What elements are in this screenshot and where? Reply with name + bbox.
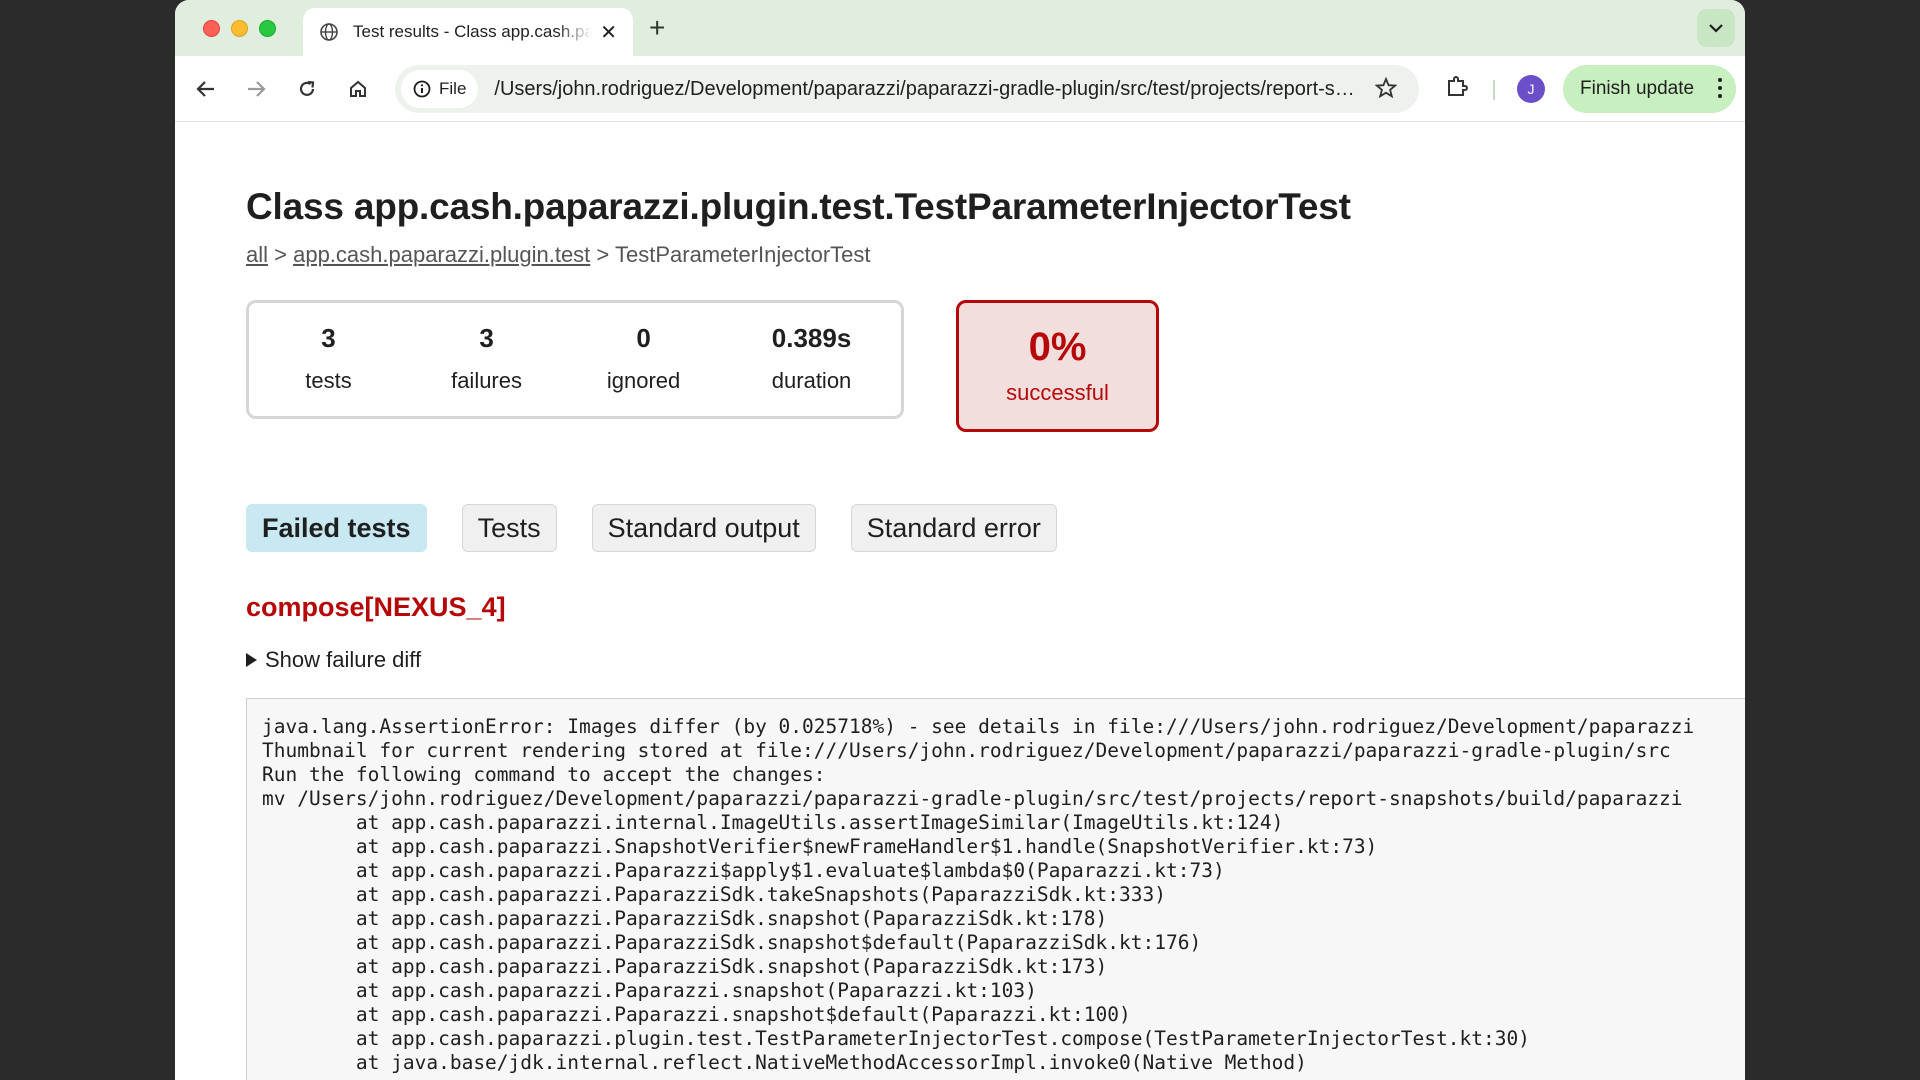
stacktrace-line: Run the following command to accept the …: [262, 763, 826, 786]
stacktrace-line: java.lang.AssertionError: Images differ …: [262, 715, 1695, 738]
ignored-counter: 0 ignored: [565, 323, 722, 416]
window-controls: [203, 20, 276, 37]
info-icon: [413, 80, 431, 98]
arrow-right-icon: [248, 81, 266, 97]
stacktrace-line: at java.base/jdk.internal.reflect.Native…: [262, 1051, 1307, 1074]
address-bar[interactable]: File /Users/john.rodriguez/Development/p…: [395, 65, 1419, 113]
report-tabs: Failed tests Tests Standard output Stand…: [246, 504, 1745, 552]
failures-label: failures: [451, 368, 522, 393]
stacktrace-line: mv /Users/john.rodriguez/Development/pap…: [262, 787, 1683, 810]
tab-title: Test results - Class app.cash.paparazzi.…: [353, 22, 593, 41]
tests-counter: 3 tests: [249, 323, 408, 416]
maximize-window-button[interactable]: [259, 20, 276, 37]
duration-value: 0.389s: [771, 323, 852, 353]
browser-toolbar: File /Users/john.rodriguez/Development/p…: [175, 56, 1745, 122]
stacktrace-line: at app.cash.paparazzi.Paparazzi.snapshot…: [262, 1003, 1131, 1026]
home-button[interactable]: [343, 74, 373, 104]
finish-update-button[interactable]: Finish update: [1563, 65, 1736, 113]
show-failure-diff-toggle[interactable]: Show failure diff: [246, 647, 1745, 673]
page-title: Class app.cash.paparazzi.plugin.test.Tes…: [246, 186, 1351, 227]
tests-count: 3: [321, 323, 336, 353]
home-icon: [350, 80, 366, 97]
tab-failed-tests[interactable]: Failed tests: [246, 504, 427, 552]
duration-label: duration: [771, 368, 852, 393]
profile-avatar[interactable]: J: [1517, 75, 1545, 103]
extensions-puzzle-icon[interactable]: [1445, 74, 1469, 98]
success-rate-box: 0% successful: [956, 300, 1159, 432]
show-failure-diff-label: Show failure diff: [265, 647, 422, 672]
breadcrumb-package-link[interactable]: app.cash.paparazzi.plugin.test: [293, 242, 590, 267]
close-tab-icon[interactable]: ✕: [600, 20, 617, 45]
stacktrace-line: at app.cash.paparazzi.Paparazzi.snapshot…: [262, 979, 1037, 1002]
failures-counter: 3 failures: [408, 323, 565, 416]
close-window-button[interactable]: [203, 20, 220, 37]
summary-box: 3 tests 3 failures 0 ignored 0.389s dura…: [246, 300, 904, 419]
page-content: Class app.cash.paparazzi.plugin.test.Tes…: [175, 122, 1745, 1080]
stacktrace-line: at app.cash.paparazzi.PaparazziSdk.snaps…: [262, 931, 1202, 954]
duration-counter: 0.389s duration: [722, 323, 901, 416]
arrow-left-icon: [196, 81, 214, 97]
success-label: successful: [1006, 380, 1109, 405]
file-label: File: [439, 79, 467, 98]
tests-label: tests: [305, 368, 352, 393]
browser-window: Test results - Class app.cash.paparazzi.…: [175, 0, 1745, 1080]
tab-search-button[interactable]: [1697, 9, 1735, 47]
success-percent: 0%: [1028, 325, 1087, 369]
reload-button[interactable]: [292, 74, 322, 104]
breadcrumb-all-link[interactable]: all: [246, 242, 268, 267]
new-tab-button[interactable]: +: [649, 12, 665, 44]
stacktrace-line: at app.cash.paparazzi.PaparazziSdk.snaps…: [262, 955, 1108, 978]
back-button[interactable]: [191, 74, 221, 104]
stacktrace-line: Thumbnail for current rendering stored a…: [262, 739, 1671, 762]
failures-count: 3: [479, 323, 494, 353]
summary-row: 3 tests 3 failures 0 ignored 0.389s dura…: [246, 300, 1745, 432]
breadcrumb-current: TestParameterInjectorTest: [614, 242, 871, 267]
browser-tab[interactable]: Test results - Class app.cash.paparazzi.…: [303, 8, 633, 56]
site-info-chip[interactable]: File: [401, 70, 479, 108]
tab-strip: Test results - Class app.cash.paparazzi.…: [175, 0, 1745, 56]
failed-test-name: compose[NEXUS_4]: [246, 592, 506, 622]
stacktrace-block: java.lang.AssertionError: Images differ …: [246, 698, 1745, 1080]
breadcrumb-separator: >: [590, 242, 615, 267]
ignored-count: 0: [636, 323, 651, 353]
finish-update-label: Finish update: [1580, 78, 1695, 99]
disclosure-triangle-icon: [246, 653, 257, 667]
breadcrumb: all > app.cash.paparazzi.plugin.test > T…: [246, 242, 1745, 268]
url-text[interactable]: /Users/john.rodriguez/Development/papara…: [494, 78, 1364, 101]
globe-icon: [320, 23, 338, 41]
toolbar-divider: [1493, 80, 1495, 100]
stacktrace-line: at app.cash.paparazzi.PaparazziSdk.takeS…: [262, 883, 1166, 906]
stacktrace-line: at app.cash.paparazzi.Paparazzi$apply$1.…: [262, 859, 1225, 882]
more-menu-icon[interactable]: [1718, 78, 1722, 98]
forward-button[interactable]: [241, 74, 271, 104]
tab-standard-output[interactable]: Standard output: [591, 504, 816, 552]
reload-icon: [299, 80, 315, 96]
stacktrace-line: at app.cash.paparazzi.PaparazziSdk.snaps…: [262, 907, 1108, 930]
tab-standard-error[interactable]: Standard error: [850, 504, 1057, 552]
minimize-window-button[interactable]: [231, 20, 248, 37]
ignored-label: ignored: [606, 368, 681, 393]
breadcrumb-separator: >: [268, 242, 294, 267]
tab-tests[interactable]: Tests: [461, 504, 557, 552]
bookmark-star-icon[interactable]: [1375, 77, 1397, 99]
stacktrace-line: at app.cash.paparazzi.SnapshotVerifier$n…: [262, 835, 1378, 858]
stacktrace-line: at app.cash.paparazzi.plugin.test.TestPa…: [262, 1027, 1530, 1050]
chevron-down-icon: [1709, 23, 1723, 33]
stacktrace-line: at app.cash.paparazzi.internal.ImageUtil…: [262, 811, 1284, 834]
